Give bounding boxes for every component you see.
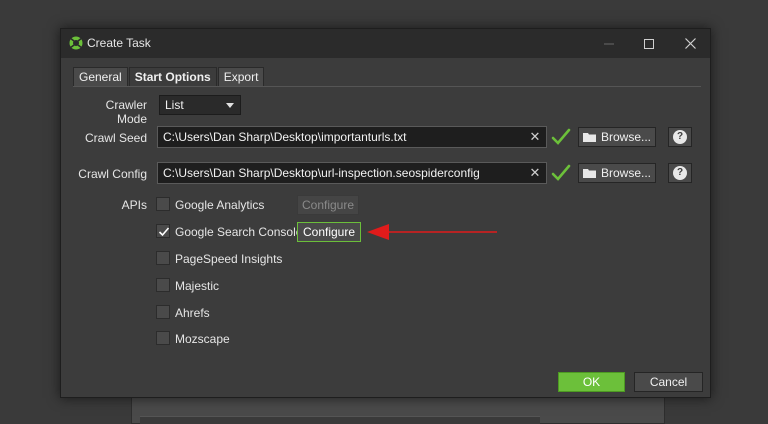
crawl-seed-label: Crawl Seed <box>84 131 147 145</box>
majestic-label: Majestic <box>175 279 220 293</box>
tab-bar: General Start Options Export <box>73 67 265 87</box>
crawl-seed-value: C:\Users\Dan Sharp\Desktop\importanturls… <box>163 130 407 144</box>
checkmark-icon <box>158 227 170 237</box>
apis-label: APIs <box>121 198 147 212</box>
close-button[interactable] <box>670 29 710 58</box>
crawler-mode-value: List <box>165 98 184 112</box>
background-window-inner <box>140 416 540 424</box>
google-search-console-label: Google Search Console <box>175 225 303 239</box>
crawl-config-help-button[interactable]: ? <box>668 163 692 183</box>
crawler-mode-select[interactable]: List <box>159 95 241 115</box>
valid-check-icon <box>551 128 571 145</box>
google-analytics-label: Google Analytics <box>175 198 265 212</box>
chevron-down-icon <box>226 103 234 108</box>
mozscape-label: Mozscape <box>175 332 230 346</box>
crawler-mode-label: Crawler Mode <box>105 98 147 126</box>
crawl-seed-browse-button[interactable]: Browse... <box>578 127 656 147</box>
help-icon: ? <box>673 130 687 144</box>
pagespeed-insights-label: PageSpeed Insights <box>175 252 283 266</box>
tab-export[interactable]: Export <box>217 67 265 86</box>
ok-button[interactable]: OK <box>558 372 625 392</box>
mozscape-checkbox[interactable] <box>156 331 170 345</box>
clear-icon[interactable]: ✕ <box>528 166 542 180</box>
folder-icon <box>582 168 596 178</box>
browse-label: Browse... <box>600 166 651 180</box>
close-icon <box>684 38 696 49</box>
browse-label: Browse... <box>600 130 651 144</box>
window-title: Create Task <box>87 36 151 50</box>
crawl-seed-input[interactable]: C:\Users\Dan Sharp\Desktop\importanturls… <box>157 126 547 148</box>
crawl-config-input[interactable]: C:\Users\Dan Sharp\Desktop\url-inspectio… <box>157 162 547 184</box>
google-analytics-checkbox[interactable] <box>156 197 170 211</box>
crawl-config-browse-button[interactable]: Browse... <box>578 163 656 183</box>
cancel-button[interactable]: Cancel <box>634 372 703 392</box>
help-icon: ? <box>673 166 687 180</box>
title-bar[interactable]: Create Task <box>61 29 710 58</box>
maximize-button[interactable] <box>629 29 669 58</box>
folder-icon <box>582 132 596 142</box>
ahrefs-checkbox[interactable] <box>156 305 170 319</box>
tab-start-options[interactable]: Start Options <box>128 67 217 87</box>
crawl-config-value: C:\Users\Dan Sharp\Desktop\url-inspectio… <box>163 166 480 180</box>
create-task-dialog: Create Task General Start Options Export… <box>60 28 711 398</box>
valid-check-icon <box>551 164 571 181</box>
google-search-console-configure-button[interactable]: Configure <box>297 222 361 242</box>
tab-general[interactable]: General <box>73 67 128 86</box>
spider-app-icon <box>69 36 83 50</box>
ahrefs-label: Ahrefs <box>175 306 210 320</box>
google-analytics-configure-button: Configure <box>297 195 359 215</box>
minimize-button[interactable] <box>589 29 629 58</box>
majestic-checkbox[interactable] <box>156 278 170 292</box>
clear-icon[interactable]: ✕ <box>528 130 542 144</box>
crawl-seed-help-button[interactable]: ? <box>668 127 692 147</box>
pagespeed-insights-checkbox[interactable] <box>156 251 170 265</box>
annotation-arrow-icon <box>367 224 497 240</box>
maximize-icon <box>644 38 654 49</box>
crawl-config-label: Crawl Config <box>78 167 147 181</box>
minimize-icon <box>604 43 614 44</box>
google-search-console-checkbox[interactable] <box>156 224 170 238</box>
